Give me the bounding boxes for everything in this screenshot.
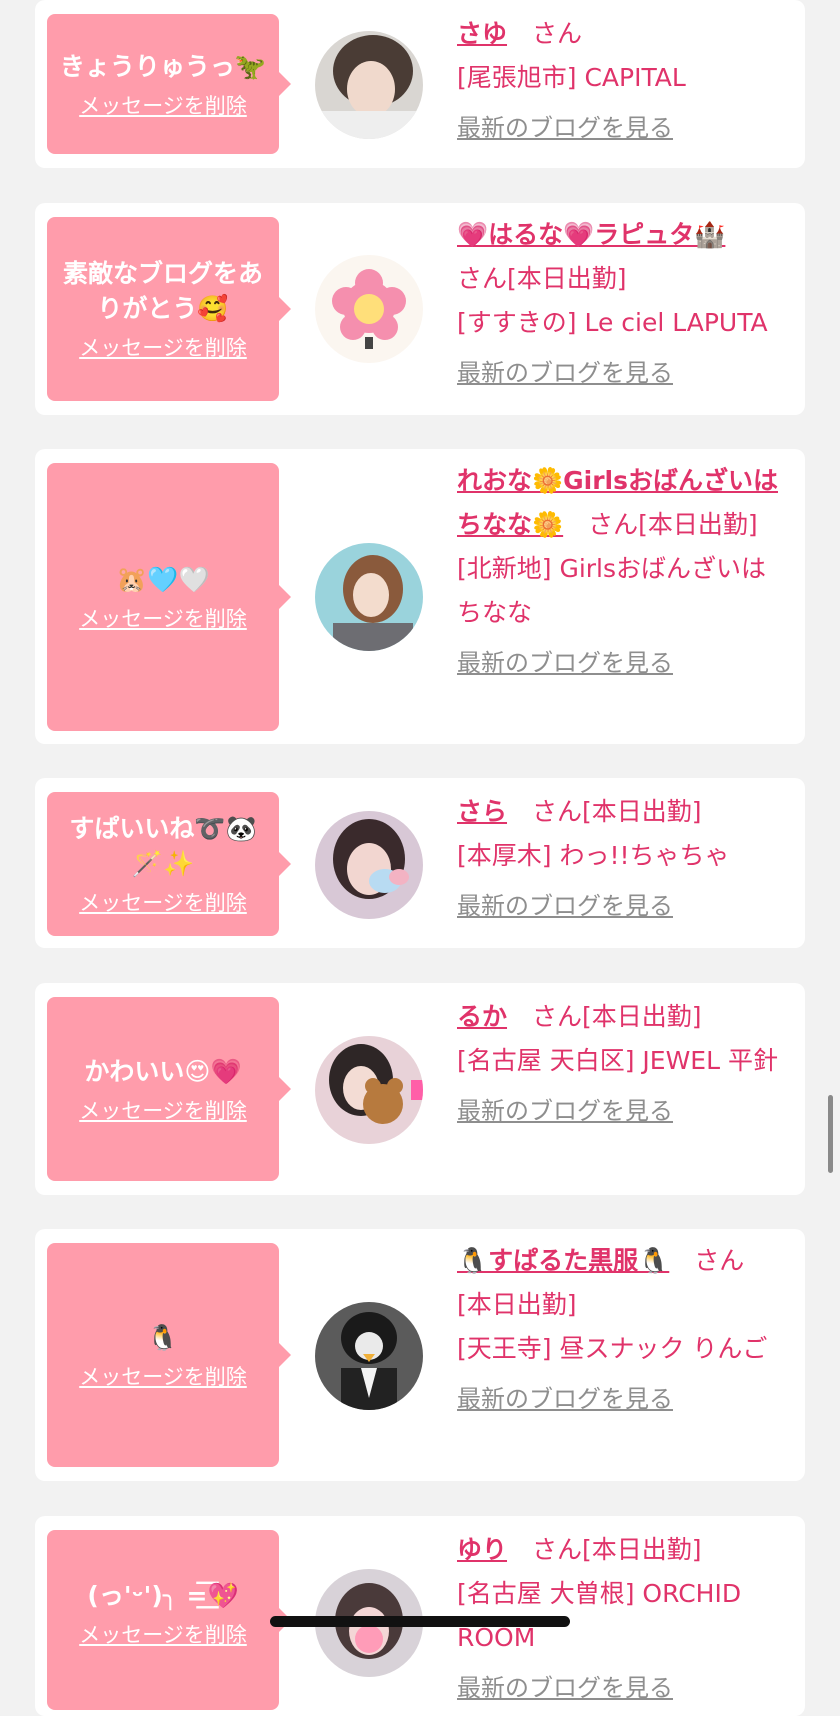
work-status: [本日出勤] (582, 1002, 702, 1031)
delete-message-link[interactable]: メッセージを削除 (79, 1095, 247, 1125)
message-card: 素敵なブログをありがとう🥰 メッセージを削除 💗はるな💗ラピュタ🏰 さん[本日出… (35, 203, 805, 415)
message-card: きょうりゅうっ🦖 メッセージを削除 さゆ さん [尾張旭市] CAPITAL 最… (35, 0, 805, 168)
profile-info: るか さん[本日出勤] [名古屋 天白区] JEWEL 平針 最新のブログを見る (457, 995, 787, 1133)
latest-blog-link[interactable]: 最新のブログを見る (457, 1377, 673, 1421)
delete-message-link[interactable]: メッセージを削除 (79, 603, 247, 633)
honorific: さん (588, 510, 639, 539)
honorific: さん (532, 1002, 583, 1031)
message-bubble: かわいい😍💗 メッセージを削除 (47, 997, 291, 1181)
message-bubble: すぱいいね➰🐼🪄✨ メッセージを削除 (47, 792, 291, 936)
avatar[interactable] (315, 543, 423, 651)
shop-name: [すすきの] Le ciel LAPUTA (457, 308, 768, 337)
profile-info: 💗はるな💗ラピュタ🏰 さん[本日出勤] [すすきの] Le ciel LAPUT… (457, 213, 787, 395)
honorific: さん (457, 264, 508, 293)
message-text: きょうりゅうっ🦖 (59, 51, 267, 81)
work-status: [本日出勤] (582, 797, 702, 826)
profile-name-link[interactable]: さゆ (457, 19, 507, 48)
profile-name-link[interactable]: さら (457, 797, 507, 826)
work-status: [本日出勤] (638, 510, 758, 539)
shop-name: [天王寺] 昼スナック りんご (457, 1334, 768, 1363)
profile-info: れおな🌼Girlsおばんざいはちなな🌼 さん[本日出勤] [北新地] Girls… (457, 459, 787, 685)
latest-blog-link[interactable]: 最新のブログを見る (457, 106, 673, 150)
profile-name-link[interactable]: 🐧すぱるた黒服🐧 (457, 1246, 669, 1275)
delete-message-link[interactable]: メッセージを削除 (79, 332, 247, 362)
profile-name-link[interactable]: るか (457, 1002, 507, 1031)
work-status: [本日出勤] (582, 1535, 702, 1564)
message-bubble: きょうりゅうっ🦖 メッセージを削除 (47, 14, 291, 154)
work-status: [本日出勤] (457, 1290, 577, 1319)
profile-name-link[interactable]: 💗はるな💗ラピュタ🏰 (457, 220, 725, 249)
message-text: 素敵なブログをありがとう🥰 (62, 259, 263, 323)
shop-name: [名古屋 天白区] JEWEL 平針 (457, 1046, 778, 1075)
honorific: さん (532, 1535, 583, 1564)
scrollbar[interactable] (828, 1095, 833, 1173)
message-text: 🐹🩵🤍 (116, 564, 210, 594)
message-bubble: 🐧 メッセージを削除 (47, 1243, 291, 1467)
message-text: かわいい😍💗 (84, 1056, 242, 1086)
avatar[interactable] (315, 31, 423, 139)
message-bubble: (っ'ᵕ')╮ =͟͟͞͞💖 メッセージを削除 (47, 1530, 291, 1710)
shop-name: [北新地] Girlsおばんざいはちなな (457, 554, 767, 627)
latest-blog-link[interactable]: 最新のブログを見る (457, 884, 673, 928)
honorific: さん (532, 19, 583, 48)
profile-info: さゆ さん [尾張旭市] CAPITAL 最新のブログを見る (457, 12, 787, 150)
shop-name: [本厚木] わっ!!ちゃちゃ (457, 841, 730, 870)
delete-message-link[interactable]: メッセージを削除 (79, 887, 247, 917)
shop-name: [尾張旭市] CAPITAL (457, 63, 686, 92)
message-card: 🐧 メッセージを削除 🐧すぱるた黒服🐧 さん [本日出勤] [天王寺] 昼スナッ… (35, 1229, 805, 1481)
delete-message-link[interactable]: メッセージを削除 (79, 1619, 247, 1649)
latest-blog-link[interactable]: 最新のブログを見る (457, 641, 673, 685)
message-card: かわいい😍💗 メッセージを削除 るか さん[本日出勤] [名古屋 天白区] JE… (35, 983, 805, 1195)
message-text: (っ'ᵕ')╮ =͟͟͞͞💖 (87, 1581, 239, 1610)
message-card: 🐹🩵🤍 メッセージを削除 れおな🌼Girlsおばんざいはちなな🌼 さん[本日出勤… (35, 449, 805, 744)
latest-blog-link[interactable]: 最新のブログを見る (457, 1089, 673, 1133)
message-card: すぱいいね➰🐼🪄✨ メッセージを削除 さら さん[本日出勤] [本厚木] わっ!… (35, 778, 805, 948)
avatar[interactable] (315, 1302, 423, 1410)
latest-blog-link[interactable]: 最新のブログを見る (457, 351, 673, 395)
honorific: さん (694, 1246, 745, 1275)
delete-message-link[interactable]: メッセージを削除 (79, 1361, 247, 1391)
profile-name-link[interactable]: ゆり (457, 1535, 507, 1564)
message-text: すぱいいね➰🐼🪄✨ (69, 814, 257, 878)
message-bubble: 素敵なブログをありがとう🥰 メッセージを削除 (47, 217, 291, 401)
profile-info: さら さん[本日出勤] [本厚木] わっ!!ちゃちゃ 最新のブログを見る (457, 790, 787, 928)
home-indicator[interactable] (270, 1616, 570, 1627)
message-bubble: 🐹🩵🤍 メッセージを削除 (47, 463, 291, 731)
avatar[interactable] (315, 255, 423, 363)
profile-info: 🐧すぱるた黒服🐧 さん [本日出勤] [天王寺] 昼スナック りんご 最新のブロ… (457, 1239, 787, 1421)
latest-blog-link[interactable]: 最新のブログを見る (457, 1666, 673, 1710)
honorific: さん (532, 797, 583, 826)
delete-message-link[interactable]: メッセージを削除 (79, 90, 247, 120)
avatar[interactable] (315, 811, 423, 919)
work-status: [本日出勤] (507, 264, 627, 293)
message-text: 🐧 (147, 1322, 179, 1352)
avatar[interactable] (315, 1036, 423, 1144)
